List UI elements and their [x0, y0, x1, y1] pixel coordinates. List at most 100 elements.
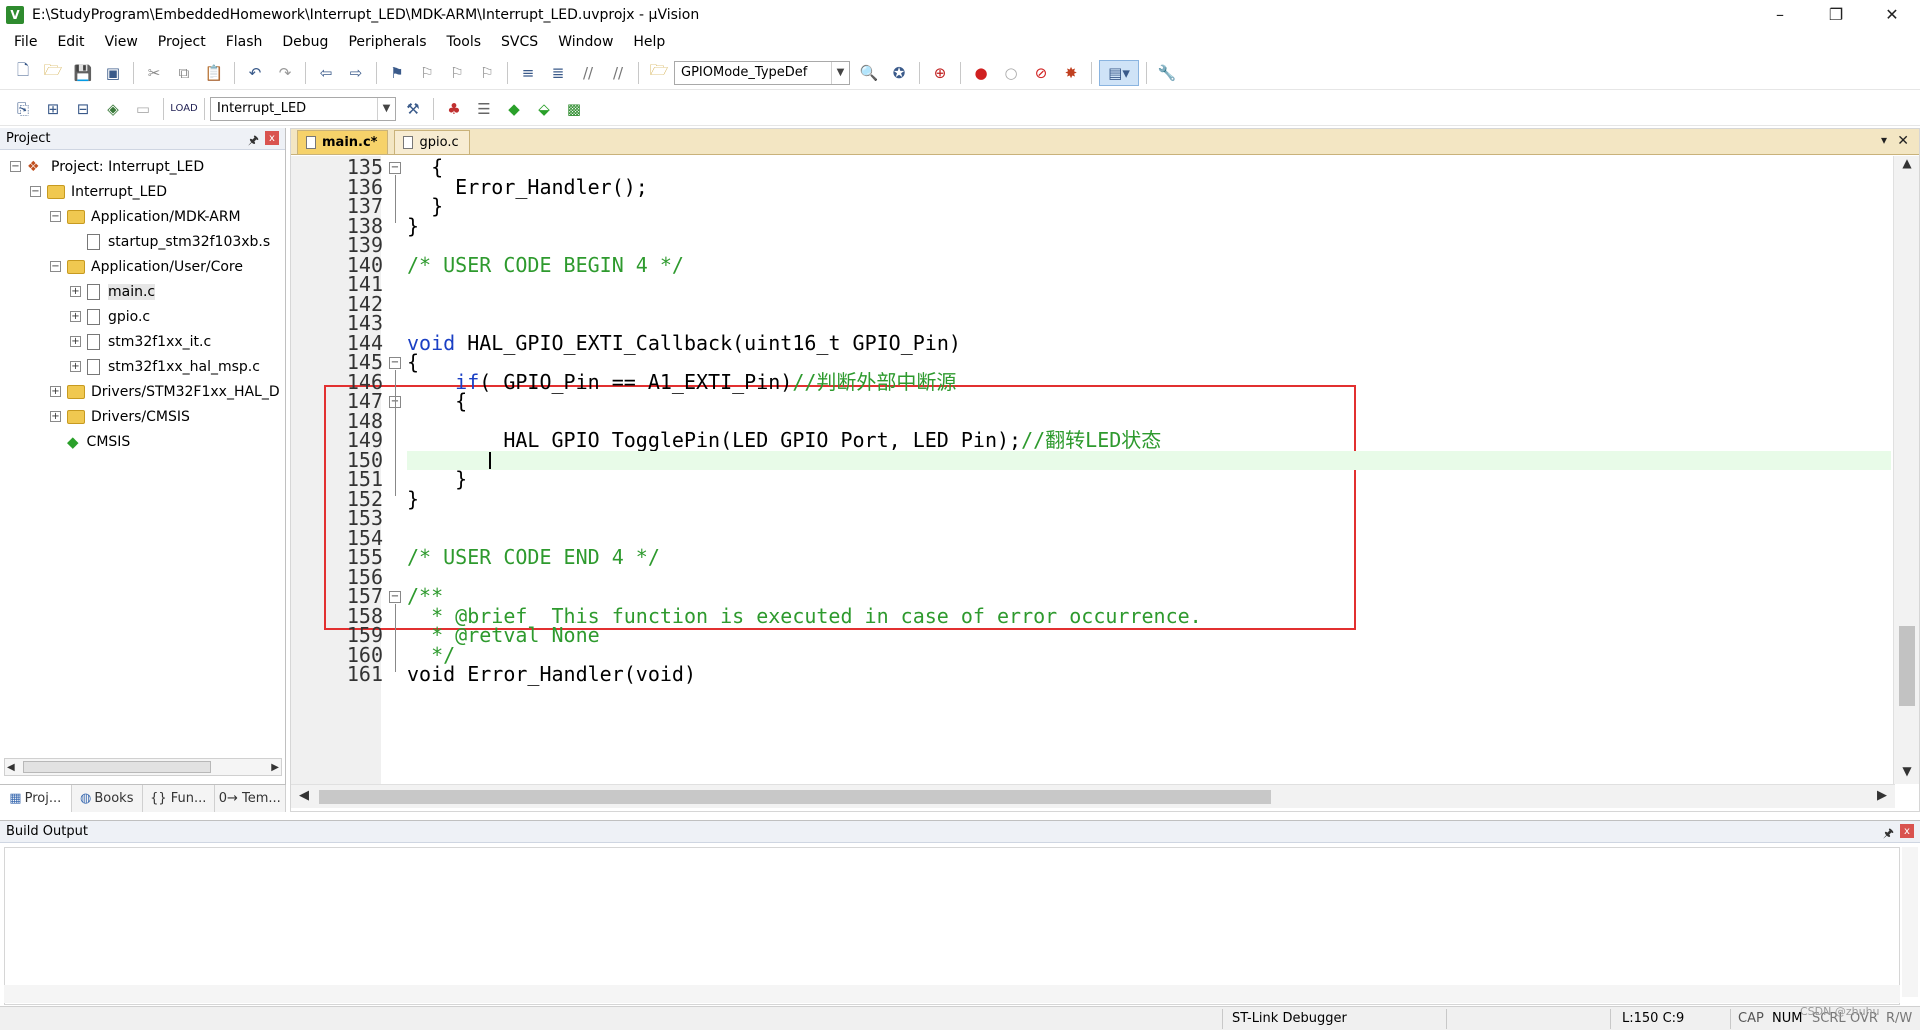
collapse-icon[interactable]: −	[10, 161, 21, 172]
fold-collapse-icon[interactable]: −	[389, 356, 401, 369]
fold-collapse-icon[interactable]: −	[389, 590, 401, 603]
tree-item[interactable]: − Application/User/Core	[0, 254, 285, 279]
expand-icon[interactable]: +	[70, 336, 81, 347]
project-hscrollbar[interactable]: ◀ ▶	[4, 758, 282, 776]
rebuild-icon[interactable]: ⊟	[70, 96, 96, 122]
undo-icon[interactable]: ↶	[242, 60, 268, 86]
batch-build-icon[interactable]: ◈	[100, 96, 126, 122]
editor-hscrollbar[interactable]: ◀ ▶	[291, 784, 1895, 808]
scroll-up-icon[interactable]: ▲	[1894, 156, 1920, 176]
menu-edit[interactable]: Edit	[47, 34, 94, 50]
scroll-right-icon[interactable]: ▶	[271, 762, 279, 773]
collapse-icon[interactable]: −	[30, 186, 41, 197]
code-text-area[interactable]: 135− {136 Error_Handler(); 137 } 138} 139 14…	[291, 156, 1891, 784]
select-software-packs-icon[interactable]: ⬙	[531, 96, 557, 122]
tab-functions[interactable]: {} Fun...	[143, 785, 215, 812]
menu-project[interactable]: Project	[148, 34, 216, 50]
menu-view[interactable]: View	[95, 34, 148, 50]
bookmark-icon[interactable]: ⚑	[384, 60, 410, 86]
manage-multi-project-icon[interactable]: ☰	[471, 96, 497, 122]
close-tab-icon[interactable]: ✕	[1897, 133, 1909, 149]
menu-help[interactable]: Help	[623, 34, 675, 50]
navigate-forward-icon[interactable]: ⇨	[343, 60, 369, 86]
target-combo[interactable]: Interrupt_LED ▼	[210, 96, 396, 121]
manage-run-time-environment-icon[interactable]: ◆	[501, 96, 527, 122]
menu-file[interactable]: File	[4, 34, 47, 50]
open-file-icon[interactable]: 🗁	[40, 60, 66, 86]
translate-icon[interactable]: ⎘	[10, 96, 36, 122]
menu-tools[interactable]: Tools	[437, 34, 492, 50]
stop-build-icon[interactable]: ▭	[130, 96, 156, 122]
expand-icon[interactable]: +	[70, 361, 81, 372]
tree-item[interactable]: startup_stm32f103xb.s	[0, 229, 285, 254]
build-vscrollbar[interactable]	[1902, 847, 1918, 997]
find-in-files-icon[interactable]: 🗁	[646, 60, 672, 86]
tree-item[interactable]: + Drivers/CMSIS	[0, 404, 285, 429]
prev-bookmark-icon[interactable]: ⚐	[414, 60, 440, 86]
indent-icon[interactable]: ≡	[515, 60, 541, 86]
close-window-button[interactable]: ✕	[1864, 0, 1920, 29]
clear-bookmarks-icon[interactable]: ⚐	[474, 60, 500, 86]
expand-icon[interactable]: +	[50, 386, 61, 397]
build-output-text[interactable]	[4, 847, 1900, 1005]
scroll-thumb[interactable]	[319, 790, 1271, 804]
tab-main-c[interactable]: main.c*	[297, 130, 389, 154]
editor-vscrollbar[interactable]: ▲ ▼	[1893, 156, 1919, 784]
manage-project-items-icon[interactable]: ♣	[441, 96, 467, 122]
build-hscrollbar[interactable]	[4, 985, 1900, 1003]
unindent-icon[interactable]: ≣	[545, 60, 571, 86]
collapse-icon[interactable]: −	[50, 211, 61, 222]
pin-icon[interactable]: 🖈	[248, 131, 259, 152]
download-load-icon[interactable]: LOAD	[170, 96, 197, 122]
expand-icon[interactable]: +	[50, 411, 61, 422]
restore-button[interactable]: ❐	[1808, 0, 1864, 29]
cut-icon[interactable]: ✂	[141, 60, 167, 86]
pin-icon[interactable]: 🖈	[1883, 824, 1894, 845]
tab-templates[interactable]: 0→ Tem...	[214, 785, 286, 812]
tree-item[interactable]: + gpio.c	[0, 304, 285, 329]
menu-svcs[interactable]: SVCS	[491, 34, 548, 50]
save-all-icon[interactable]: ▣	[100, 60, 126, 86]
fold-collapse-icon[interactable]: −	[389, 161, 401, 174]
tab-books[interactable]: ◍ Books	[71, 785, 143, 812]
build-icon[interactable]: ⊞	[40, 96, 66, 122]
tree-item[interactable]: + stm32f1xx_it.c	[0, 329, 285, 354]
expand-icon[interactable]: +	[70, 311, 81, 322]
disable-breakpoint-icon[interactable]: ○	[998, 60, 1024, 86]
save-icon[interactable]: 💾	[70, 60, 96, 86]
close-icon[interactable]: x	[1900, 824, 1914, 838]
target-options-icon[interactable]: ⚒	[400, 96, 426, 122]
uncomment-icon[interactable]: //	[605, 60, 631, 86]
collapse-icon[interactable]: −	[50, 261, 61, 272]
navigate-back-icon[interactable]: ⇦	[313, 60, 339, 86]
minimize-button[interactable]: –	[1752, 0, 1808, 29]
tree-item[interactable]: + main.c	[0, 279, 285, 304]
scroll-left-icon[interactable]: ◀	[7, 762, 15, 773]
scroll-down-icon[interactable]: ▼	[1894, 764, 1920, 784]
scroll-thumb[interactable]	[23, 761, 211, 773]
new-file-icon[interactable]: 🗋	[10, 60, 36, 86]
window-layout-icon[interactable]: ▤▾	[1099, 59, 1139, 86]
menu-peripherals[interactable]: Peripherals	[338, 34, 436, 50]
tree-item[interactable]: ◆ CMSIS	[0, 429, 285, 454]
kill-breakpoints-icon[interactable]: ✸	[1058, 60, 1084, 86]
scroll-thumb[interactable]	[1899, 626, 1915, 706]
scroll-left-icon[interactable]: ◀	[299, 788, 309, 803]
pack-installer-icon[interactable]: ▩	[561, 96, 587, 122]
tree-item[interactable]: + stm32f1xx_hal_msp.c	[0, 354, 285, 379]
disable-all-breakpoints-icon[interactable]: ⊘	[1028, 60, 1054, 86]
tree-item[interactable]: − Application/MDK-ARM	[0, 204, 285, 229]
chevron-down-icon[interactable]: ▼	[831, 61, 849, 84]
find-combo[interactable]: GPIOMode_TypeDef ▼	[674, 60, 850, 85]
tree-item[interactable]: + Drivers/STM32F1xx_HAL_D	[0, 379, 285, 404]
tree-item[interactable]: − ❖ Project: Interrupt_LED	[0, 154, 285, 179]
menu-flash[interactable]: Flash	[216, 34, 273, 50]
chevron-down-icon[interactable]: ▼	[377, 97, 395, 120]
configure-icon[interactable]: 🔧	[1154, 60, 1180, 86]
copy-icon[interactable]: ⧉	[171, 60, 197, 86]
insert-breakpoint-icon[interactable]: ●	[968, 60, 994, 86]
scroll-right-icon[interactable]: ▶	[1877, 788, 1887, 803]
debug-session-icon[interactable]: ⊕	[927, 60, 953, 86]
next-bookmark-icon[interactable]: ⚐	[444, 60, 470, 86]
expand-icon[interactable]: +	[70, 286, 81, 297]
